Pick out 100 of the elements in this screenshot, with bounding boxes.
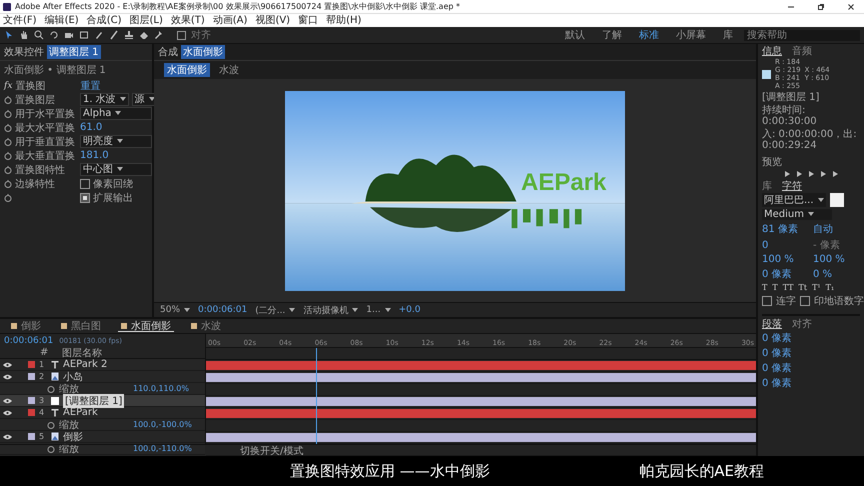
stopwatch-icon[interactable] xyxy=(4,138,12,146)
property-value[interactable]: 100.0,-100.0% xyxy=(133,420,192,429)
text-style-button[interactable]: T xyxy=(772,283,778,292)
zoom-icon[interactable] xyxy=(34,30,44,40)
layer-row[interactable]: 1 AEPark 2 xyxy=(0,359,205,371)
text-style-button[interactable]: T¹ xyxy=(812,283,821,292)
dropdown[interactable]: 明亮度 xyxy=(80,135,152,148)
layer-row[interactable]: 4 AEPark xyxy=(0,407,205,419)
dropdown[interactable]: 中心图 xyxy=(80,163,152,176)
menu-item[interactable]: 动画(A) xyxy=(212,14,248,26)
indent-field[interactable]: 0 像素 xyxy=(762,361,810,375)
vertical-scale-field[interactable]: 100 % xyxy=(762,254,809,265)
stamp-icon[interactable] xyxy=(124,30,134,40)
timeline-tab[interactable]: 水面倒影 xyxy=(118,320,174,332)
zoom-dropdown[interactable]: 50% xyxy=(160,305,190,315)
rotate-icon[interactable] xyxy=(49,30,59,40)
align-checkbox[interactable] xyxy=(177,30,186,40)
layer-row[interactable]: 5 倒影 xyxy=(0,431,205,443)
resolution-dropdown[interactable]: (二分... xyxy=(255,304,296,316)
text-style-button[interactable]: TT xyxy=(782,283,794,292)
eye-icon[interactable] xyxy=(3,374,12,380)
stopwatch-icon[interactable] xyxy=(4,166,12,174)
leading-field[interactable]: 自动 xyxy=(813,222,860,236)
label-color-swatch[interactable] xyxy=(28,361,35,368)
menu-item[interactable]: 合成(C) xyxy=(86,14,122,26)
pin-icon[interactable] xyxy=(154,30,164,40)
eye-icon[interactable] xyxy=(3,434,12,440)
stopwatch-icon[interactable] xyxy=(4,180,12,188)
play-icon[interactable] xyxy=(808,171,814,177)
label-color-swatch[interactable] xyxy=(28,433,35,440)
property-value[interactable]: 110.0,110.0% xyxy=(133,384,189,393)
value-field[interactable]: 181.0 xyxy=(80,150,109,161)
tsume-field[interactable]: 0 % xyxy=(813,268,860,280)
timeline-tab[interactable]: 水波 xyxy=(188,320,224,332)
checkbox[interactable] xyxy=(800,296,810,306)
comp-subtab[interactable]: 水面倒影 xyxy=(164,63,210,77)
hand-icon[interactable] xyxy=(19,30,29,40)
menu-item[interactable]: 效果(T) xyxy=(170,14,205,26)
indent-field[interactable]: 0 像素 xyxy=(762,331,810,345)
selection-arrow-icon[interactable] xyxy=(4,30,14,40)
camera-icon[interactable] xyxy=(64,30,74,40)
panel-tab[interactable]: 段落 xyxy=(762,317,782,329)
eye-icon[interactable] xyxy=(3,410,12,416)
close-icon[interactable] xyxy=(847,2,855,10)
timeline-tab[interactable]: 黑白图 xyxy=(58,320,104,332)
label-color-swatch[interactable] xyxy=(28,409,35,416)
reset-link[interactable]: 重置 xyxy=(80,78,100,92)
stopwatch-icon[interactable] xyxy=(47,420,55,428)
property-row[interactable]: 缩放 110.0,110.0% xyxy=(0,383,205,395)
eraser-icon[interactable] xyxy=(139,30,149,40)
layer-row[interactable]: 2 小岛 xyxy=(0,371,205,383)
views-dropdown[interactable]: 1... xyxy=(366,305,391,315)
baseline-shift-field[interactable]: 0 像素 xyxy=(762,267,809,281)
panel-tab[interactable]: 对齐 xyxy=(792,317,812,329)
stopwatch-icon[interactable] xyxy=(47,444,55,452)
label-color-swatch[interactable] xyxy=(28,397,35,404)
panel-tab[interactable]: 音频 xyxy=(792,44,812,56)
current-time[interactable]: 0:00:06:01 xyxy=(4,336,54,346)
checkbox[interactable] xyxy=(80,178,90,188)
workspace-tab[interactable]: 默认 xyxy=(559,28,591,42)
checkbox[interactable] xyxy=(762,296,772,306)
switches-modes-toggle[interactable]: 切换开关/模式 xyxy=(240,444,304,458)
indent-field[interactable]: 0 像素 xyxy=(762,346,810,360)
font-dropdown[interactable]: 阿里巴巴... xyxy=(762,193,826,207)
stopwatch-icon[interactable] xyxy=(4,96,12,104)
indent-field[interactable]: 0 像素 xyxy=(762,376,810,390)
eye-icon[interactable] xyxy=(3,362,12,368)
label-color-swatch[interactable] xyxy=(28,373,35,380)
value-field[interactable]: 61.0 xyxy=(80,122,102,133)
kerning-field[interactable]: 0 xyxy=(762,240,809,250)
font-size-field[interactable]: 81 像素 xyxy=(762,222,809,236)
stopwatch-icon[interactable] xyxy=(47,384,55,392)
timeline-tab[interactable]: 倒影 xyxy=(8,320,44,332)
text-style-button[interactable]: T xyxy=(762,283,768,292)
text-style-button[interactable]: Tt xyxy=(798,283,808,292)
eye-icon[interactable] xyxy=(3,398,12,404)
camera-dropdown[interactable]: 活动摄像机 xyxy=(303,304,358,316)
comp-subtab[interactable]: 水波 xyxy=(216,63,242,77)
dropdown[interactable]: 1. 水波 xyxy=(80,93,129,106)
workspace-tab[interactable]: 了解 xyxy=(596,28,628,42)
workspace-tab[interactable]: 标准 xyxy=(633,28,665,42)
menu-item[interactable]: 图层(L) xyxy=(129,14,163,26)
stopwatch-icon[interactable] xyxy=(4,194,12,202)
panel-tab[interactable]: 合成 xyxy=(158,45,178,59)
workspace-tab[interactable]: 小屏幕 xyxy=(670,28,712,42)
property-row[interactable]: 缩放 100.0,-110.0% xyxy=(0,443,205,455)
rectangle-icon[interactable] xyxy=(79,30,89,40)
property-value[interactable]: 100.0,-110.0% xyxy=(133,444,192,453)
checkbox[interactable] xyxy=(80,192,90,202)
font-style-dropdown[interactable]: Medium xyxy=(762,209,832,220)
panel-tab[interactable]: 字符 xyxy=(782,179,802,191)
exposure-value[interactable]: +0.0 xyxy=(398,305,420,315)
layer-row[interactable]: 3 [调整图层 1] xyxy=(0,395,205,407)
text-style-button[interactable]: T₁ xyxy=(826,283,834,292)
stopwatch-icon[interactable] xyxy=(4,110,12,118)
search-field[interactable]: 搜索帮助 xyxy=(744,30,860,40)
panel-tab[interactable]: 效果控件 xyxy=(4,45,44,59)
workspace-tab[interactable]: 库 xyxy=(717,28,739,42)
stopwatch-icon[interactable] xyxy=(4,124,12,132)
menu-item[interactable]: 视图(V) xyxy=(255,14,290,26)
